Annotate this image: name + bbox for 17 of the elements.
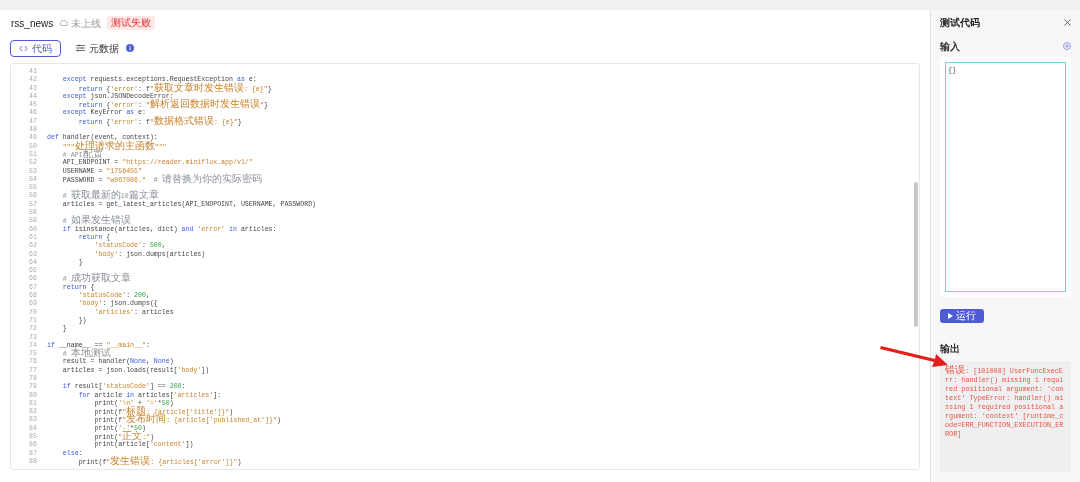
tab[interactable]: 代码 — [10, 39, 61, 57]
tab[interactable]: 元数据 — [67, 39, 128, 57]
file-title: rss_news — [11, 16, 54, 31]
scrollbar[interactable] — [914, 182, 918, 327]
sliders-icon — [76, 44, 85, 52]
info-icon — [126, 44, 134, 52]
add-icon[interactable] — [1063, 42, 1071, 50]
status-badge: 测试失败 — [107, 16, 156, 30]
code-icon — [19, 44, 28, 52]
panel-title: 测试代码 — [940, 15, 980, 30]
input-label: 输入 — [940, 39, 960, 54]
run-button[interactable]: 运行 — [940, 309, 984, 323]
output-label: 输出 — [940, 342, 961, 356]
cloud-icon — [59, 20, 69, 26]
play-icon — [948, 313, 953, 319]
status-text: 未上线 — [71, 16, 102, 31]
close-icon[interactable] — [1064, 18, 1071, 26]
